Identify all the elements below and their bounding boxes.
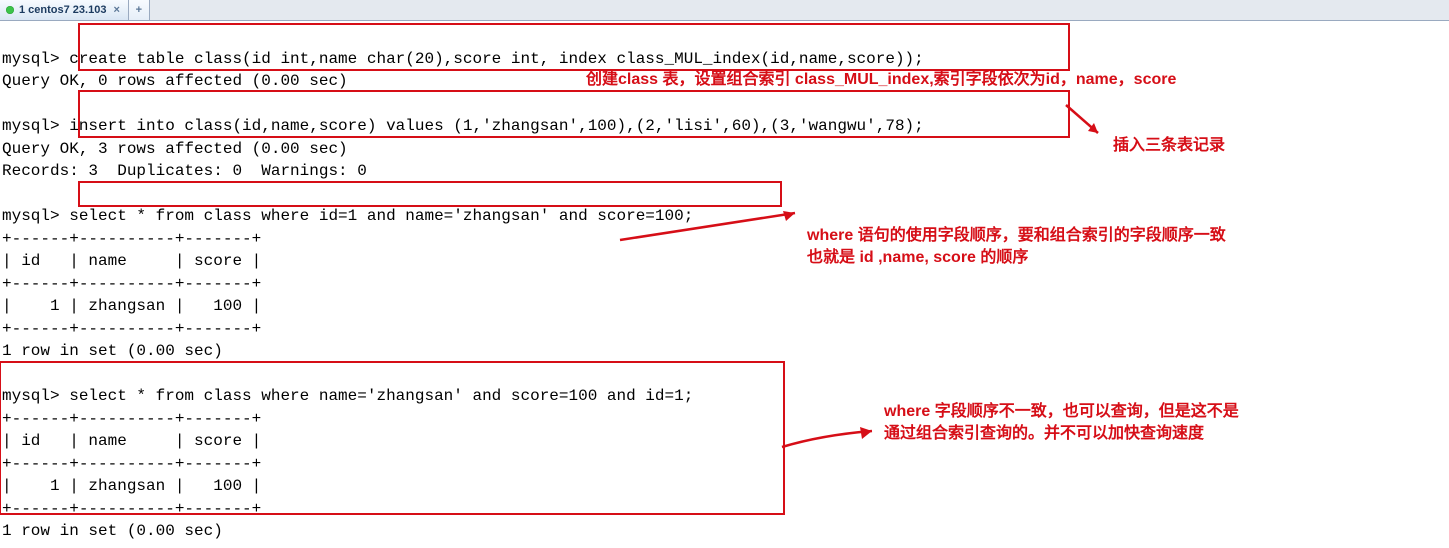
terminal-line: +------+----------+-------+ xyxy=(2,410,261,428)
terminal-line: 1 row in set (0.00 sec) xyxy=(2,522,223,540)
annotation-text: where 字段顺序不一致，也可以查询，但是这不是 通过组合索引查询的。并不可以… xyxy=(884,401,1239,445)
tab-bar: 1 centos7 23.103 × + xyxy=(0,0,1449,21)
annotation-text: where 语句的使用字段顺序，要和组合索引的字段顺序一致 也就是 id ,na… xyxy=(807,225,1226,269)
terminal-line: | 1 | zhangsan | 100 | xyxy=(2,297,261,315)
terminal-line: mysql> select * from class where id=1 an… xyxy=(2,207,693,225)
terminal-output: mysql> create table class(id int,name ch… xyxy=(0,21,1449,548)
terminal-line: mysql> select * from class where name='z… xyxy=(2,387,693,405)
highlight-box xyxy=(78,181,782,207)
terminal-line: Query OK, 0 rows affected (0.00 sec) xyxy=(2,72,348,90)
terminal-line: | id | name | score | xyxy=(2,432,261,450)
new-tab-button[interactable]: + xyxy=(129,0,150,20)
close-icon[interactable]: × xyxy=(111,4,121,16)
terminal-line: 1 row in set (0.00 sec) xyxy=(2,342,223,360)
terminal-line: +------+----------+-------+ xyxy=(2,455,261,473)
terminal-line: +------+----------+-------+ xyxy=(2,320,261,338)
plus-icon: + xyxy=(136,4,142,16)
terminal-line: +------+----------+-------+ xyxy=(2,275,261,293)
annotation-text: 创建class 表，设置组合索引 class_MUL_index,索引字段依次为… xyxy=(586,69,1176,92)
arrow-icon xyxy=(1066,105,1111,145)
annotation-text: 插入三条表记录 xyxy=(1113,135,1225,158)
terminal-line: | 1 | zhangsan | 100 | xyxy=(2,477,261,495)
terminal-line: mysql> insert into class(id,name,score) … xyxy=(2,117,924,135)
terminal-line: +------+----------+-------+ xyxy=(2,230,261,248)
tab-active[interactable]: 1 centos7 23.103 × xyxy=(0,0,129,20)
status-dot-icon xyxy=(6,6,14,14)
terminal-line: | id | name | score | xyxy=(2,252,261,270)
arrow-icon xyxy=(782,427,892,457)
tab-label: 1 centos7 23.103 xyxy=(19,4,106,16)
terminal-line: mysql> create table class(id int,name ch… xyxy=(2,50,924,68)
terminal-line: Records: 3 Duplicates: 0 Warnings: 0 xyxy=(2,162,367,180)
terminal-line: +------+----------+-------+ xyxy=(2,500,261,518)
terminal-line: Query OK, 3 rows affected (0.00 sec) xyxy=(2,140,348,158)
